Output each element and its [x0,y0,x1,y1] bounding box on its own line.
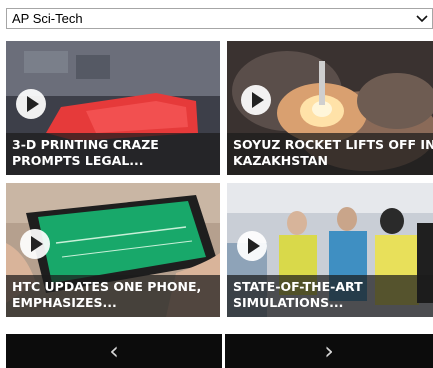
feed-select[interactable]: AP Sci-Tech [6,8,433,29]
video-title: 3-D PRINTING CRAZE PROMPTS LEGAL... [6,133,220,175]
video-tile-3d-printing[interactable]: 3-D PRINTING CRAZE PROMPTS LEGAL... [6,41,220,175]
feed-select-value: AP Sci-Tech [12,11,83,26]
next-button[interactable]: › [225,334,433,368]
video-title: HTC UPDATES ONE PHONE, EMPHASIZES... [6,275,220,317]
chevron-down-icon[interactable] [416,12,428,26]
play-icon[interactable] [241,85,271,115]
play-icon[interactable] [237,231,267,261]
video-tile-simulations[interactable]: STATE-OF-THE-ART SIMULATIONS... [227,183,433,317]
video-title: STATE-OF-THE-ART SIMULATIONS... [227,275,433,317]
play-icon[interactable] [20,229,50,259]
chevron-right-icon: › [324,337,334,365]
video-tile-soyuz-rocket[interactable]: SOYUZ ROCKET LIFTS OFF IN KAZAKHSTAN [227,41,433,175]
prev-button[interactable]: ‹ [6,334,222,368]
chevron-left-icon: ‹ [109,337,119,365]
play-icon[interactable] [16,89,46,119]
video-tile-htc-phone[interactable]: HTC UPDATES ONE PHONE, EMPHASIZES... [6,183,220,317]
video-title: SOYUZ ROCKET LIFTS OFF IN KAZAKHSTAN [227,133,433,175]
